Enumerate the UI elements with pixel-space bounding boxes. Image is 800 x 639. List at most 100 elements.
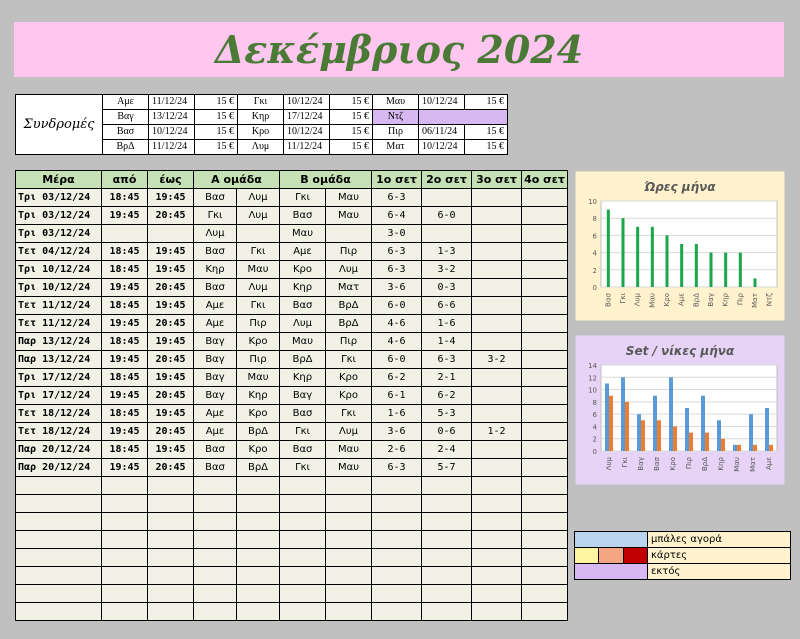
empty-cell <box>325 530 372 549</box>
match-cell: Μαυ <box>279 332 326 351</box>
bar <box>738 252 742 287</box>
player-fee: 15 € <box>464 124 508 140</box>
empty-cell <box>371 548 422 567</box>
empty-cell <box>236 602 280 621</box>
match-cell: Βασ <box>279 206 326 225</box>
match-row: Τρι 17/12/24 19:45 20:45 Βαγ Κηρ Βαγ Κρο 6-1 6-2 <box>15 386 568 405</box>
y-tick-label: 0 <box>593 448 597 456</box>
player-name: Μαυ <box>372 94 419 110</box>
x-tick-label: Γκι <box>621 456 629 467</box>
match-cell: 19:45 <box>147 260 194 279</box>
player-date: 10/12/24 <box>418 139 465 155</box>
empty-cell <box>325 548 372 567</box>
match-cell: Αμε <box>193 404 237 423</box>
match-cell <box>521 350 568 369</box>
empty-row <box>15 512 568 531</box>
player-name: Βαγ <box>102 109 149 125</box>
player-date: 17/12/24 <box>283 109 330 125</box>
player-date: 10/12/24 <box>148 124 195 140</box>
match-cell: Κηρ <box>279 368 326 387</box>
x-tick-label: Βαγ <box>637 457 645 471</box>
bar <box>717 420 721 451</box>
match-cell <box>521 260 568 279</box>
match-cell: 2-1 <box>421 368 472 387</box>
y-tick-label: 2 <box>593 267 597 275</box>
subscription-row: Συνδρομές Αμε 11/12/24 15 € Γκι 10/12/24 15 € Μ… <box>15 94 508 155</box>
x-tick-label: Βασ <box>604 292 612 306</box>
bar <box>669 377 673 451</box>
match-cell: Τρι 10/12/24 <box>15 260 102 279</box>
empty-cell <box>147 602 194 621</box>
bar <box>769 444 773 451</box>
y-tick-label: 10 <box>588 387 597 395</box>
match-cell: Τρι 17/12/24 <box>15 368 102 387</box>
x-tick-label: Βασ <box>653 456 661 470</box>
empty-cell <box>101 512 148 531</box>
match-row: Παρ 20/12/24 18:45 19:45 Βασ Κρο Βασ Μαυ 2-6 2-4 <box>15 440 568 459</box>
match-cell: Βασ <box>193 440 237 459</box>
empty-cell <box>101 530 148 549</box>
match-cell <box>521 188 568 207</box>
bar <box>765 408 769 451</box>
match-cell: 19:45 <box>147 242 194 261</box>
empty-cell <box>371 476 422 495</box>
match-cell: Κρο <box>236 404 280 423</box>
match-cell: 6-3 <box>371 242 422 261</box>
match-cell: Λυμ <box>236 188 280 207</box>
bar <box>694 244 698 287</box>
empty-cell <box>421 476 472 495</box>
legend-row: εκτός <box>574 563 791 580</box>
bar <box>753 444 757 451</box>
match-cell <box>521 314 568 333</box>
empty-cell <box>101 566 148 585</box>
match-cell: Αμε <box>193 422 237 441</box>
match-cell: Μαυ <box>325 188 372 207</box>
empty-cell <box>15 584 102 603</box>
match-cell: 18:45 <box>101 368 148 387</box>
empty-cell <box>101 584 148 603</box>
match-cell: 20:45 <box>147 206 194 225</box>
x-tick-label: ΒρΔ <box>692 293 700 307</box>
match-row: Τρι 03/12/24 19:45 20:45 Γκι Λυμ Βασ Μαυ 6-4 6-0 <box>15 206 568 225</box>
match-cell: Βασ <box>193 458 237 477</box>
hours-chart: Ώρες μήνα 0 2 4 6 8 10 Βασ Γκι Λυμ Μαυ Κρο Αμε ΒρΔ Βαγ… <box>574 170 786 322</box>
empty-cell <box>15 530 102 549</box>
bar <box>709 252 713 287</box>
match-cell: 6-0 <box>371 296 422 315</box>
player-name: Αμε <box>102 94 149 110</box>
bar <box>641 420 645 451</box>
match-cell: 6-0 <box>421 206 472 225</box>
match-cell: Τρι 17/12/24 <box>15 386 102 405</box>
y-tick-label: 14 <box>588 362 597 370</box>
match-cell: Αμε <box>193 314 237 333</box>
x-tick-label: Βαγ <box>707 293 715 307</box>
match-cell: 19:45 <box>101 422 148 441</box>
match-cell: 20:45 <box>147 386 194 405</box>
match-cell: 19:45 <box>147 440 194 459</box>
schedule-header: 1ο σετ <box>371 170 422 189</box>
match-cell: Τρι 03/12/24 <box>15 224 102 243</box>
match-cell: Παρ 13/12/24 <box>15 350 102 369</box>
y-tick-label: 8 <box>593 399 597 407</box>
empty-cell <box>147 512 194 531</box>
match-cell <box>471 386 522 405</box>
match-cell: 20:45 <box>147 350 194 369</box>
x-tick-label: Πιρ <box>736 292 744 305</box>
match-row: Τετ 11/12/24 19:45 20:45 Αμε Πιρ Λυμ ΒρΔ 4-6 1-6 <box>15 314 568 333</box>
empty-cell <box>521 476 568 495</box>
x-tick-label: Πιρ <box>685 456 693 469</box>
empty-cell <box>236 584 280 603</box>
player-name: Ματ <box>372 139 419 155</box>
match-cell <box>471 440 522 459</box>
bar <box>657 420 661 451</box>
match-row: Παρ 13/12/24 18:45 19:45 Βαγ Κρο Μαυ Πιρ 4-6 1-4 <box>15 332 568 351</box>
bar <box>680 244 684 287</box>
match-cell: Λυμ <box>325 260 372 279</box>
player-date: 06/11/24 <box>418 124 465 140</box>
match-cell: Μαυ <box>325 440 372 459</box>
match-cell <box>521 224 568 243</box>
match-cell <box>471 296 522 315</box>
empty-cell <box>193 512 237 531</box>
player-fee: 15 € <box>464 139 508 155</box>
empty-cell <box>193 494 237 513</box>
